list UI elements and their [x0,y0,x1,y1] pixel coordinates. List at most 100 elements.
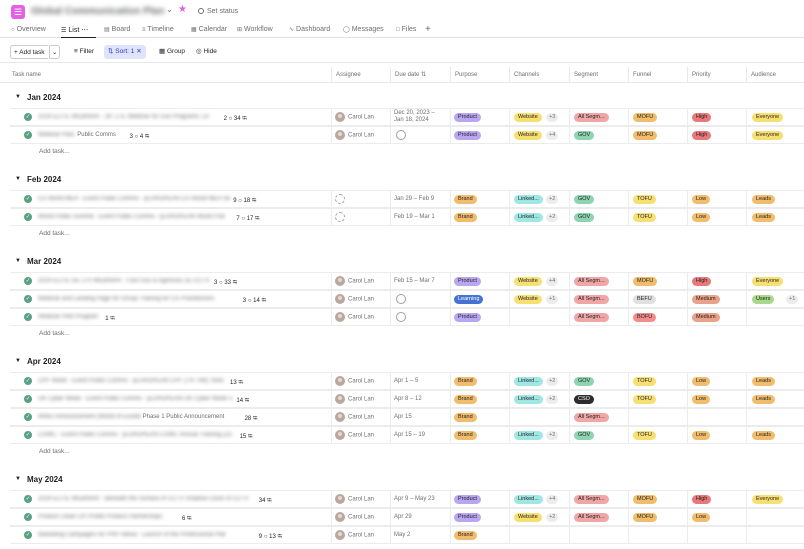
task-name[interactable]: UK Cyber Week - Event Public Comms - [EU… [38,396,232,402]
task-complete-check-icon[interactable]: ✓ [24,513,32,521]
funnel-badge[interactable]: MOFU [633,513,658,522]
clear-sort-close-icon[interactable]: ✕ [136,48,141,55]
purpose-badge[interactable]: Brand [454,431,477,440]
funnel-badge[interactable]: MOFU [633,113,658,122]
task-name[interactable]: World Public Summit - Event Public Comms… [38,214,225,220]
audience-badge[interactable]: Users [752,295,775,304]
task-complete-check-icon[interactable]: ✓ [24,113,32,121]
purpose-badge[interactable]: Brand [454,395,477,404]
segment-badge[interactable]: GOV [574,131,595,140]
segment-badge[interactable]: All Segm... [574,495,609,504]
tab-timeline[interactable]: ≡ Timeline [142,26,174,33]
audience-badge[interactable]: Everyone [752,131,784,140]
purpose-badge[interactable]: Product [454,495,481,504]
assignee-cell[interactable]: Carol Lan [335,294,374,304]
priority-badge[interactable]: High [692,277,712,286]
priority-badge[interactable]: Low [692,431,711,440]
assignee-cell[interactable]: Carol Lan [335,312,374,322]
due-date[interactable]: Apr 9 – May 23 [394,496,435,502]
assignee-cell[interactable]: Carol Lan [335,412,374,422]
funnel-badge[interactable]: TOFU [633,195,656,204]
task-complete-check-icon[interactable]: ✓ [24,277,32,285]
project-title[interactable]: Global Communication Plan [31,6,164,17]
purpose-badge[interactable]: Product [454,313,481,322]
task-complete-check-icon[interactable]: ✓ [24,413,32,421]
purpose-badge[interactable]: Product [454,513,481,522]
priority-badge[interactable]: Low [692,395,711,404]
audience-badge[interactable]: Leads [752,431,775,440]
add-task-inline-button[interactable]: Add task... [39,227,70,241]
assignee-cell[interactable]: Carol Lan [335,376,374,386]
task-complete-check-icon[interactable]: ✓ [24,531,32,539]
add-tab-plus-icon[interactable]: + [425,24,431,35]
due-date-calendar-icon[interactable] [396,130,406,140]
task-name[interactable]: Webinar Pilot Program [38,314,98,320]
channel-badge[interactable]: Linked... [514,377,543,386]
funnel-badge[interactable]: BEFU [633,295,656,304]
section-collapse-chevron-icon[interactable]: ▼ [15,358,21,364]
task-name[interactable]: WWD Announcement (World of Excell) Phase… [38,414,224,420]
table-row[interactable]: ✓ UK Cyber Week - Event Public Comms - [E… [10,390,804,408]
audience-badge[interactable]: Leads [752,377,775,386]
hide-button[interactable]: ◎ Hide [192,45,221,59]
task-name[interactable]: Webinar and Landing Page for Group Train… [38,296,214,302]
set-status-button[interactable]: Set status [198,8,238,15]
chevron-down-icon[interactable]: ⌄ [166,5,173,14]
add-task-dropdown-button[interactable]: ⌄ [49,45,60,59]
channel-more-count[interactable]: +2 [546,377,559,386]
column-funnel[interactable]: Funnel [628,67,687,83]
channel-more-count[interactable]: +4 [546,277,559,286]
segment-badge[interactable]: All Segm... [574,295,609,304]
section-collapse-chevron-icon[interactable]: ▼ [15,176,21,182]
table-row[interactable]: ✓ Webinar and Landing Page for Group Trai… [10,290,804,308]
audience-more-count[interactable]: +1 [786,295,799,304]
section-title[interactable]: Feb 2024 [27,175,61,184]
group-button[interactable]: ▦ Group [155,45,189,59]
segment-badge[interactable]: All Segm... [574,413,609,422]
funnel-badge[interactable]: TOFU [633,377,656,386]
task-name[interactable]: 2024 ELITE WEBINAR - 2K: LTE Webinar for… [38,114,209,120]
due-date[interactable]: Apr 15 [394,414,412,420]
audience-badge[interactable]: Leads [752,195,775,204]
funnel-badge[interactable]: MOFU [633,495,658,504]
tab-workflow[interactable]: ⊞ Workflow [237,26,273,33]
assignee-cell[interactable]: Carol Lan [335,530,374,540]
task-complete-check-icon[interactable]: ✓ [24,495,32,503]
column-task-name[interactable]: Task name [0,67,331,83]
channel-more-count[interactable]: +4 [546,495,559,504]
assignee-cell[interactable]: Carol Lan [335,512,374,522]
channel-badge[interactable]: Website [514,513,542,522]
channel-badge[interactable]: Linked... [514,495,543,504]
task-name[interactable]: Marketing Campaigns for PHP rollout - La… [38,532,225,538]
assignee-cell[interactable] [335,212,345,222]
priority-badge[interactable]: High [692,113,712,122]
segment-badge[interactable]: All Segm... [574,277,609,286]
section-collapse-chevron-icon[interactable]: ▼ [15,258,21,264]
assignee-cell[interactable]: Carol Lan [335,494,374,504]
assignee-cell[interactable]: Carol Lan [335,394,374,404]
segment-badge[interactable]: All Segm... [574,513,609,522]
task-name[interactable]: CPF Week - Event Public Comms - [EUROPEA… [38,378,224,384]
task-name[interactable]: Product Clean UX Profile Product Partner… [38,514,162,520]
table-row[interactable]: ✓ Marketing Campaigns for PHP rollout - L… [10,526,804,544]
priority-badge[interactable]: High [692,131,712,140]
more-icon[interactable]: ⋯ [81,27,88,34]
section-title[interactable]: May 2024 [27,475,63,484]
task-complete-check-icon[interactable]: ✓ [24,395,32,403]
project-list-icon[interactable]: ☰ [11,5,25,19]
priority-badge[interactable]: High [692,495,712,504]
purpose-badge[interactable]: Brand [454,413,477,422]
task-name[interactable]: CS World MEA - Event Public Comms - [EUR… [38,196,230,202]
filter-button[interactable]: ≡ Filter [70,45,98,59]
section-collapse-chevron-icon[interactable]: ▼ [15,476,21,482]
due-date[interactable]: Feb 19 – Mar 1 [394,214,435,220]
table-row[interactable]: ✓ 2024 ELITE GE 170 WEBINAR - Fast Gov & … [10,272,804,290]
due-date[interactable]: Apr 8 – 12 [394,396,422,402]
tab-board[interactable]: ▤ Board [104,26,130,33]
tab-files[interactable]: □ Files [396,26,416,33]
purpose-badge[interactable]: Product [454,113,481,122]
channel-badge[interactable]: Linked... [514,431,543,440]
segment-badge[interactable]: GOV [574,195,595,204]
segment-badge[interactable]: GOV [574,377,595,386]
priority-badge[interactable]: Low [692,195,711,204]
